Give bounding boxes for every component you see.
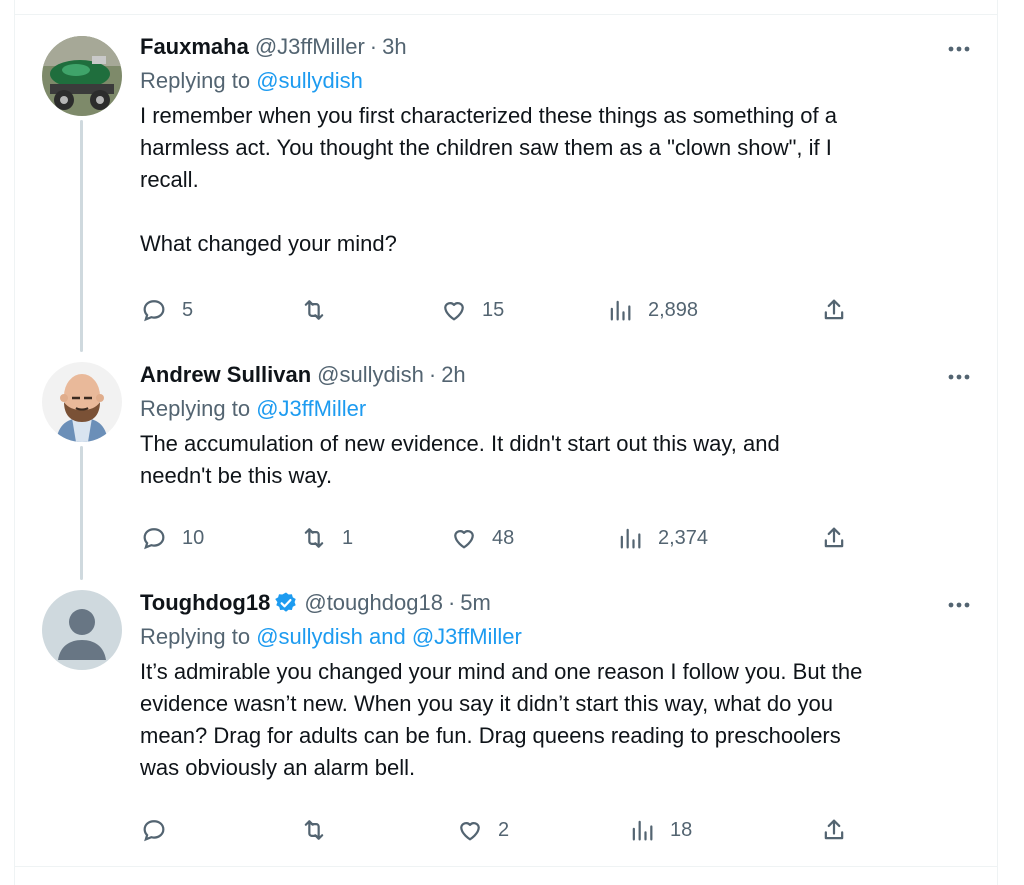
like-button[interactable]: 48 bbox=[450, 518, 514, 558]
reply-icon bbox=[143, 300, 165, 322]
views-icon bbox=[620, 528, 641, 549]
reply-button[interactable]: 10 bbox=[140, 518, 204, 558]
more-icon[interactable] bbox=[944, 34, 974, 64]
reply-icon bbox=[143, 528, 165, 550]
replying-to-label: Replying to bbox=[140, 396, 251, 421]
reply-button[interactable]: 5 bbox=[140, 290, 193, 330]
views-button[interactable]: 2,898 bbox=[606, 290, 698, 330]
verified-badge-icon[interactable] bbox=[274, 591, 298, 615]
reply-count: 10 bbox=[182, 526, 205, 549]
mention-link[interactable]: @sullydish and @J3ffMiller bbox=[256, 624, 522, 649]
view-count: 2,898 bbox=[648, 298, 699, 321]
timestamp[interactable]: 3h bbox=[382, 34, 406, 60]
tweet-andrew-sullivan[interactable]: Andrew Sullivan @sullydish · 2h Replying… bbox=[14, 358, 998, 564]
retweet-button[interactable] bbox=[300, 290, 342, 330]
divider bbox=[14, 866, 998, 867]
action-bar: 2 18 bbox=[140, 810, 860, 850]
like-icon bbox=[454, 530, 474, 549]
tweet-header: Andrew Sullivan @sullydish · 2h bbox=[140, 358, 980, 392]
share-button[interactable] bbox=[820, 518, 848, 558]
mention-link[interactable]: @J3ffMiller bbox=[256, 396, 366, 421]
replying-to-label: Replying to bbox=[140, 68, 251, 93]
avatar[interactable] bbox=[42, 590, 122, 670]
tweet-fauxmaha[interactable]: Fauxmaha @J3ffMiller · 3h Replying to @s… bbox=[14, 30, 998, 336]
tweet-toughdog18[interactable]: Toughdog18 @toughdog18 · 5m Replying to … bbox=[14, 586, 998, 856]
like-count: 15 bbox=[482, 298, 505, 321]
views-button[interactable]: 2,374 bbox=[616, 518, 708, 558]
divider bbox=[14, 14, 998, 15]
like-button[interactable]: 15 bbox=[440, 290, 504, 330]
retweet-icon bbox=[304, 528, 324, 548]
views-icon bbox=[610, 300, 631, 321]
avatar[interactable] bbox=[42, 36, 122, 116]
tweet-text: It’s admirable you changed your mind and… bbox=[140, 659, 863, 780]
share-button[interactable] bbox=[820, 810, 848, 850]
tweet-header: Toughdog18 @toughdog18 · 5m bbox=[140, 586, 980, 620]
retweet-icon bbox=[304, 820, 324, 840]
retweet-icon bbox=[304, 300, 324, 320]
reply-icon bbox=[143, 820, 165, 842]
views-icon bbox=[632, 820, 653, 841]
replying-to: Replying to @J3ffMiller bbox=[140, 392, 980, 426]
timestamp[interactable]: 2h bbox=[441, 362, 465, 388]
like-count: 48 bbox=[492, 526, 515, 549]
separator-dot: · bbox=[369, 34, 378, 59]
mention-link[interactable]: @sullydish bbox=[256, 68, 363, 93]
display-name[interactable]: Fauxmaha bbox=[140, 34, 249, 60]
like-button[interactable]: 2 bbox=[456, 810, 509, 850]
user-handle[interactable]: @sullydish bbox=[317, 362, 424, 388]
default-avatar-icon bbox=[42, 590, 122, 670]
separator-dot: · bbox=[447, 590, 456, 615]
like-count: 2 bbox=[498, 818, 510, 841]
display-name[interactable]: Andrew Sullivan bbox=[140, 362, 311, 388]
user-handle[interactable]: @J3ffMiller bbox=[255, 34, 365, 60]
timestamp[interactable]: 5m bbox=[460, 590, 491, 616]
share-icon bbox=[824, 819, 844, 840]
tweet-header: Fauxmaha @J3ffMiller · 3h bbox=[140, 30, 980, 64]
action-bar: 5 15 2,898 bbox=[140, 290, 860, 330]
display-name[interactable]: Toughdog18 bbox=[140, 590, 270, 616]
views-button[interactable]: 18 bbox=[628, 810, 692, 850]
replying-to: Replying to @sullydish bbox=[140, 64, 980, 98]
reply-count: 5 bbox=[182, 298, 194, 321]
motorcycle-avatar-image bbox=[42, 36, 122, 116]
separator-dot: · bbox=[428, 362, 437, 387]
more-icon[interactable] bbox=[944, 362, 974, 392]
view-count: 18 bbox=[670, 818, 693, 841]
retweet-count: 1 bbox=[342, 526, 354, 549]
share-button[interactable] bbox=[820, 290, 848, 330]
avatar[interactable] bbox=[42, 362, 122, 442]
reply-button[interactable] bbox=[140, 810, 182, 850]
more-icon[interactable] bbox=[944, 590, 974, 620]
view-count: 2,374 bbox=[658, 526, 709, 549]
replying-to-label: Replying to bbox=[140, 624, 251, 649]
retweet-button[interactable]: 1 bbox=[300, 518, 353, 558]
user-handle[interactable]: @toughdog18 bbox=[304, 590, 443, 616]
like-icon bbox=[444, 302, 464, 321]
share-icon bbox=[824, 299, 844, 320]
replying-to: Replying to @sullydish and @J3ffMiller bbox=[140, 620, 980, 654]
tweet-text: The accumulation of new evidence. It did… bbox=[140, 431, 780, 488]
retweet-button[interactable] bbox=[300, 810, 342, 850]
caricature-avatar-image bbox=[42, 362, 122, 442]
share-icon bbox=[824, 527, 844, 548]
action-bar: 10 1 48 2,374 bbox=[140, 518, 860, 558]
tweet-text: I remember when you first characterized … bbox=[140, 103, 838, 256]
like-icon bbox=[460, 822, 480, 841]
